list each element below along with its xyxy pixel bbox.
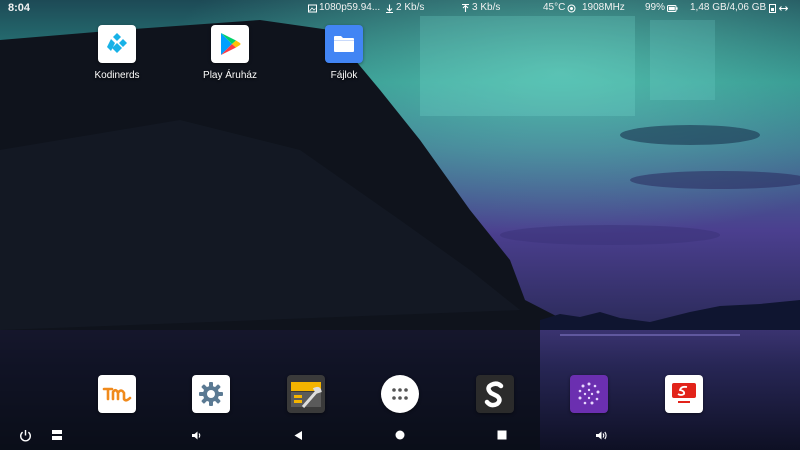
battery-icon: [667, 4, 678, 13]
memory-indicator: 1,48 GB/4,06 GB: [690, 0, 789, 16]
recents-button[interactable]: [494, 427, 510, 443]
tm-app-icon: [102, 387, 132, 402]
back-icon: [294, 430, 302, 440]
battery-text: 99%: [645, 2, 666, 13]
play-store-icon[interactable]: [211, 25, 249, 63]
cpu-frequency-text: 1908MHz: [582, 2, 625, 13]
home-button[interactable]: [392, 427, 408, 443]
dock-app-s[interactable]: [476, 375, 514, 413]
dock-app-tm[interactable]: [98, 375, 136, 413]
split-screen-icon: [52, 430, 62, 440]
app-label: Fájlok: [330, 70, 358, 81]
app-drawer-icon: [392, 388, 408, 400]
volume-up-icon: [595, 431, 607, 439]
power-button[interactable]: [17, 427, 33, 443]
kodi-icon[interactable]: [98, 25, 136, 63]
dock-app-settings[interactable]: [192, 375, 230, 413]
memory-text: 1,48 GB/4,06 GB: [690, 2, 767, 13]
cpu-frequency-indicator: 1908MHz: [582, 0, 625, 16]
app-files[interactable]: Fájlok: [306, 25, 382, 81]
dock-app-toolbox[interactable]: [287, 375, 325, 413]
battery-indicator: 99%: [645, 0, 678, 16]
clock: 8:04: [8, 2, 31, 14]
red-app-icon: [672, 383, 696, 405]
split-screen-button[interactable]: [49, 427, 65, 443]
dock-app-red[interactable]: [665, 375, 703, 413]
volume-down-icon: [191, 431, 200, 439]
app-play-store[interactable]: Play Áruház: [192, 25, 268, 81]
app-drawer-button[interactable]: [381, 375, 419, 413]
temperature-indicator: 45°C: [543, 0, 576, 16]
video-mode-indicator: 1080p59.94...: [308, 0, 380, 16]
app-label: Play Áruház: [203, 70, 257, 81]
download-speed-indicator: 2 Kb/s: [385, 0, 424, 16]
download-speed-text: 2 Kb/s: [396, 2, 425, 13]
app-label: Kodinerds: [94, 70, 140, 81]
temperature-text: 45°C: [543, 2, 566, 13]
memory-icon: [768, 3, 777, 13]
download-arrow-icon: [385, 4, 394, 13]
thermometer-icon: [567, 4, 576, 13]
home-icon: [395, 430, 405, 440]
back-button[interactable]: [290, 427, 306, 443]
status-bar: 8:04 1080p59.94... 2 Kb/s 3 Kb/s 45°C 19…: [0, 0, 800, 16]
purple-sparkle-app-icon: [578, 382, 600, 405]
image-icon: [308, 4, 317, 13]
upload-speed-text: 3 Kb/s: [472, 2, 501, 13]
video-mode-text: 1080p59.94...: [319, 2, 381, 13]
volume-up-button[interactable]: [593, 427, 609, 443]
s-app-icon: [484, 381, 504, 408]
dock-app-purple[interactable]: [570, 375, 608, 413]
power-icon: [19, 429, 31, 442]
upload-speed-indicator: 3 Kb/s: [461, 0, 500, 16]
recents-icon: [497, 430, 507, 440]
expand-arrows-icon: [779, 4, 789, 13]
settings-gear-icon: [199, 382, 223, 406]
toolbox-icon: [291, 382, 322, 408]
files-folder-icon[interactable]: [325, 25, 363, 63]
app-kodinerds[interactable]: Kodinerds: [79, 25, 155, 81]
volume-down-button[interactable]: [188, 427, 204, 443]
upload-arrow-icon: [461, 3, 470, 13]
